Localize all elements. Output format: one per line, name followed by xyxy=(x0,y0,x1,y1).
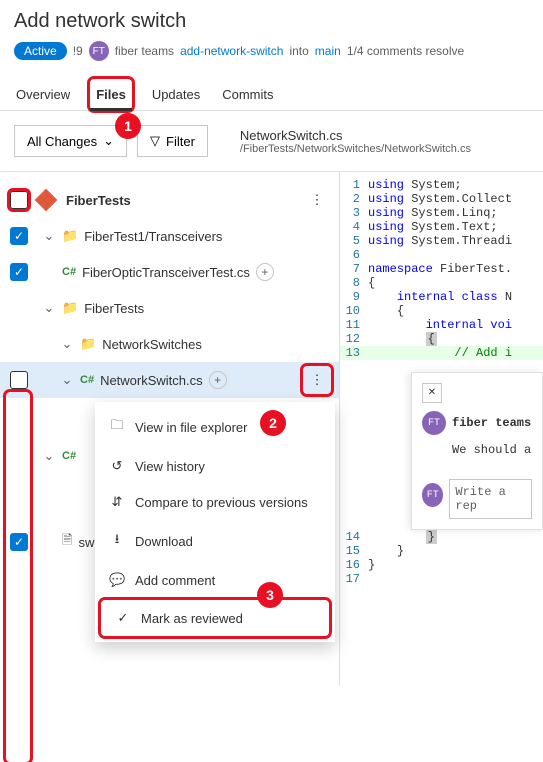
folder-icon: 📁 xyxy=(62,228,78,244)
repo-icon xyxy=(35,189,58,212)
history-icon: ↺ xyxy=(109,458,125,474)
comment-icon: 💬 xyxy=(109,572,125,588)
tree-label: FiberTests xyxy=(84,301,144,316)
tree-label: sw xyxy=(78,535,94,550)
menu-label: Compare to previous versions xyxy=(135,495,308,510)
avatar: FT xyxy=(89,41,109,61)
tree-file[interactable]: C# FiberOpticTransceiverTest.cs + xyxy=(0,254,339,290)
comment-author: fiber teams xyxy=(452,416,531,430)
all-changes-label: All Changes xyxy=(27,134,97,149)
checkbox[interactable] xyxy=(10,263,28,281)
menu-view-explorer[interactable]: 🗀 View in file explorer xyxy=(95,406,335,448)
tree-label: FiberTest1/Transceivers xyxy=(84,229,222,244)
file-path: /FiberTests/NetworkSwitches/NetworkSwitc… xyxy=(240,143,471,155)
checkbox[interactable] xyxy=(10,191,28,209)
filter-button[interactable]: ▽ Filter xyxy=(137,125,208,157)
all-changes-dropdown[interactable]: All Changes ⌄ xyxy=(14,125,127,157)
chevron-down-icon[interactable]: ⌄ xyxy=(42,300,56,316)
annotation-1: 1 xyxy=(115,113,141,139)
more-icon[interactable]: ⋮ xyxy=(303,186,331,214)
folder-icon: 📁 xyxy=(62,300,78,316)
chevron-down-icon[interactable]: ⌄ xyxy=(60,336,74,352)
comment-text: We should a xyxy=(452,443,532,457)
target-branch-link[interactable]: main xyxy=(315,44,341,58)
source-branch-link[interactable]: add-network-switch xyxy=(180,44,283,58)
menu-label: Add comment xyxy=(135,573,215,588)
chevron-down-icon[interactable]: ⌄ xyxy=(42,228,56,244)
close-button[interactable]: ✕ xyxy=(422,383,442,403)
menu-mark-reviewed[interactable]: ✓ Mark as reviewed xyxy=(101,600,329,636)
into-label: into xyxy=(289,44,308,58)
csharp-icon: C# xyxy=(62,266,76,278)
annotation-2: 2 xyxy=(260,410,286,436)
file-name: NetworkSwitch.cs xyxy=(240,128,471,143)
tab-commits[interactable]: Commits xyxy=(220,79,275,110)
reply-input[interactable]: Write a rep xyxy=(449,479,532,519)
file-tree: FiberTests ⋮ ⌄ 📁 FiberTest1/Transceivers… xyxy=(0,172,340,686)
add-icon[interactable]: + xyxy=(209,371,227,389)
context-menu: 🗀 View in file explorer ↺ View history ⇵… xyxy=(95,402,335,642)
chevron-down-icon: ⌄ xyxy=(103,133,114,149)
menu-compare[interactable]: ⇵ Compare to previous versions xyxy=(95,484,335,520)
more-options-button[interactable]: ⋮ xyxy=(303,366,331,394)
tree-root[interactable]: FiberTests ⋮ xyxy=(0,182,339,218)
avatar: FT xyxy=(422,483,443,507)
tree-folder[interactable]: ⌄ 📁 FiberTest1/Transceivers xyxy=(0,218,339,254)
chevron-down-icon[interactable]: ⌄ xyxy=(42,448,56,464)
menu-label: View history xyxy=(135,459,205,474)
filter-label: Filter xyxy=(166,134,195,149)
add-icon[interactable]: + xyxy=(256,263,274,281)
annotation-3: 3 xyxy=(257,582,283,608)
checkbox[interactable] xyxy=(10,533,28,551)
chevron-down-icon[interactable]: ⌄ xyxy=(60,372,74,388)
tab-files[interactable]: Files xyxy=(90,79,132,110)
avatar: FT xyxy=(422,411,446,435)
comment-panel: ✕ FT fiber teams We should a FT Write a … xyxy=(411,372,543,530)
tab-updates[interactable]: Updates xyxy=(150,79,202,110)
tree-label: FiberTests xyxy=(66,193,297,208)
compare-icon: ⇵ xyxy=(109,494,125,510)
tree-file-selected[interactable]: ⌄ C# NetworkSwitch.cs + ⋮ xyxy=(0,362,339,398)
team-name: fiber teams xyxy=(115,44,174,58)
checkbox[interactable] xyxy=(10,371,28,389)
menu-add-comment[interactable]: 💬 Add comment xyxy=(95,562,335,598)
checkbox[interactable] xyxy=(10,227,28,245)
check-icon: ✓ xyxy=(115,610,131,626)
csharp-icon: C# xyxy=(80,374,94,386)
tree-label: FiberOpticTransceiverTest.cs xyxy=(82,265,250,280)
tree-folder[interactable]: ⌄ 📁 FiberTests xyxy=(0,290,339,326)
menu-view-history[interactable]: ↺ View history xyxy=(95,448,335,484)
pr-id: !9 xyxy=(73,44,83,58)
tree-label: NetworkSwitches xyxy=(102,337,202,352)
comments-count: 1/4 comments resolve xyxy=(347,44,464,58)
tree-folder[interactable]: ⌄ 📁 NetworkSwitches xyxy=(0,326,339,362)
status-badge: Active xyxy=(14,42,67,60)
csharp-icon: C# xyxy=(62,450,76,462)
menu-label: View in file explorer xyxy=(135,420,247,435)
menu-label: Download xyxy=(135,534,193,549)
folder-icon: 📁 xyxy=(80,336,96,352)
menu-download[interactable]: ⭳ Download xyxy=(95,520,335,562)
filter-icon: ▽ xyxy=(150,133,160,149)
menu-label: Mark as reviewed xyxy=(141,611,243,626)
page-title: Add network switch xyxy=(14,10,529,33)
tab-overview[interactable]: Overview xyxy=(14,79,72,110)
explorer-icon: 🗀 xyxy=(109,416,125,438)
tree-label: NetworkSwitch.cs xyxy=(100,373,203,388)
download-icon: ⭳ xyxy=(109,530,125,552)
file-icon: 🗎 xyxy=(62,531,72,553)
code-view: 1using System; 2using System.Collect 3us… xyxy=(340,172,543,686)
